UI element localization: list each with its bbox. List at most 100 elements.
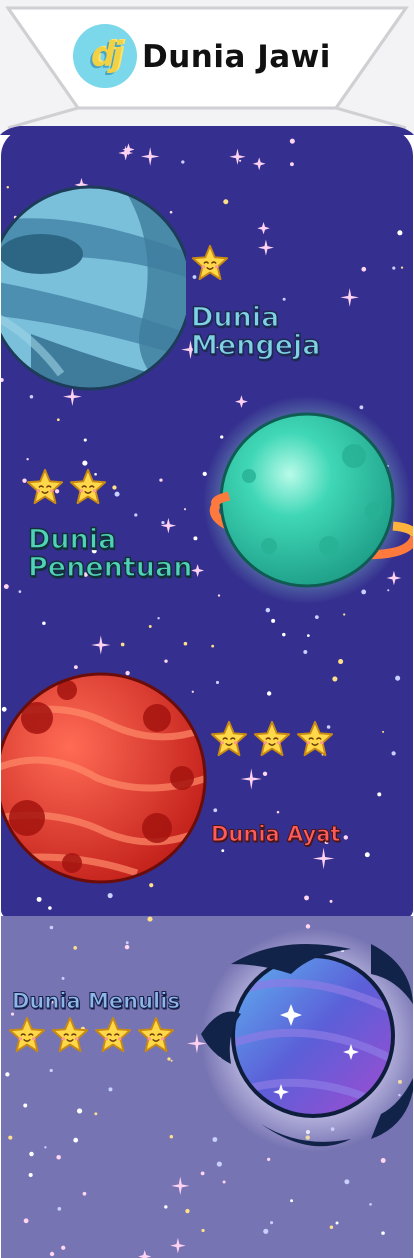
- smiling-star-icon: [94, 1016, 132, 1053]
- star-dot: [83, 438, 87, 442]
- star-dot: [361, 266, 367, 272]
- star-dot: [223, 199, 229, 205]
- smiling-star-icon: [69, 468, 107, 505]
- smiling-star-icon: [137, 1016, 175, 1053]
- star-dot: [185, 1208, 190, 1214]
- star-dot: [159, 478, 163, 482]
- star-dot: [147, 916, 153, 922]
- world-label-line: Mengeja: [190, 330, 321, 362]
- dj-logo-icon: dj: [73, 24, 137, 88]
- planet-dunia-mengeja[interactable]: [1, 184, 186, 394]
- locked-world-area: Dunia Menulis: [1, 916, 413, 1258]
- sparkle-icon: [312, 847, 335, 870]
- logo-text: dj: [91, 35, 123, 75]
- star-dot: [82, 460, 88, 466]
- star-dot: [329, 899, 333, 903]
- star-dot: [391, 751, 396, 756]
- world-label-penentuan[interactable]: Dunia Penentuan: [27, 524, 193, 584]
- sparkle-icon: [252, 157, 266, 171]
- star-dot: [303, 649, 308, 654]
- planet-dunia-menulis[interactable]: [201, 924, 413, 1164]
- star-dot: [400, 266, 404, 269]
- star-dot: [289, 138, 295, 144]
- star-rating: [191, 244, 229, 282]
- star-dot: [169, 1134, 174, 1139]
- star-rating: [210, 720, 334, 758]
- star-dot: [200, 1171, 205, 1176]
- planet-dunia-ayat[interactable]: [1, 668, 209, 886]
- star-dot: [107, 892, 113, 899]
- star-dot: [332, 676, 338, 682]
- sparkle-icon: [118, 145, 134, 161]
- star-dot: [263, 1228, 269, 1234]
- star-rating: [26, 468, 107, 506]
- star-dot: [382, 730, 385, 733]
- star-dot: [221, 849, 225, 853]
- sparkle-icon: [170, 1237, 186, 1254]
- star-dot: [23, 1218, 29, 1224]
- sparkle-icon: [138, 1249, 152, 1258]
- star-dot: [222, 1180, 226, 1184]
- star-dot: [181, 160, 185, 164]
- smiling-star-icon: [210, 720, 248, 757]
- star-dot: [290, 162, 294, 167]
- star-dot: [44, 1146, 47, 1149]
- star-dot: [18, 590, 22, 593]
- star-dot: [82, 1191, 87, 1196]
- star-dot: [28, 1172, 33, 1178]
- sparkle-icon: [171, 1176, 190, 1195]
- star-dot: [270, 1221, 274, 1225]
- world-label-line: Dunia: [190, 302, 280, 333]
- star-dot: [344, 1179, 350, 1185]
- star-dot: [29, 395, 34, 399]
- sparkle-icon: [240, 768, 262, 790]
- star-dot: [49, 1068, 53, 1073]
- star-dot: [148, 625, 152, 628]
- star-dot: [77, 1108, 83, 1114]
- app-title: Dunia Jawi: [142, 39, 331, 75]
- star-dot: [73, 946, 77, 950]
- star-dot: [381, 1231, 385, 1235]
- star-dot: [134, 513, 138, 517]
- world-label-menulis[interactable]: Dunia Menulis: [12, 989, 181, 1012]
- app-header: dj Dunia Jawi: [0, 0, 414, 135]
- planet-dunia-penentuan[interactable]: [179, 396, 413, 606]
- star-dot: [392, 266, 396, 270]
- star-dot: [57, 1207, 62, 1211]
- star-dot: [8, 1135, 13, 1140]
- star-dot: [338, 658, 344, 665]
- star-dot: [377, 792, 382, 797]
- star-dot: [61, 1245, 66, 1250]
- world-label-line: Penentuan: [27, 552, 193, 584]
- star-dot: [108, 1087, 113, 1092]
- star-dot: [157, 617, 160, 620]
- star-dot: [213, 808, 218, 813]
- star-dot: [125, 941, 129, 945]
- sparkle-icon: [140, 147, 160, 166]
- sparkle-icon: [257, 221, 270, 235]
- star-dot: [23, 1103, 28, 1108]
- star-dot: [56, 1154, 61, 1160]
- star-dot: [124, 944, 130, 950]
- star-dot: [49, 1251, 55, 1257]
- world-label-mengeja[interactable]: Dunia Mengeja: [190, 302, 321, 362]
- star-dot: [306, 634, 310, 637]
- sparkle-icon: [340, 288, 359, 307]
- star-dot: [36, 896, 42, 902]
- world-label-line: Dunia: [27, 524, 117, 555]
- star-dot: [266, 691, 272, 696]
- star-dot: [120, 642, 125, 647]
- star-dot: [395, 675, 401, 681]
- star-dot: [201, 1228, 205, 1233]
- world-label-ayat[interactable]: Dunia Ayat: [210, 822, 340, 845]
- star-dot: [282, 297, 286, 301]
- smiling-star-icon: [51, 1016, 89, 1053]
- smiling-star-icon: [8, 1016, 46, 1053]
- star-dot: [343, 835, 348, 840]
- sparkle-icon: [91, 635, 111, 655]
- star-dot: [276, 810, 280, 814]
- star-dot: [271, 618, 276, 623]
- star-dot: [364, 852, 370, 858]
- star-dot: [215, 680, 220, 684]
- star-dot: [211, 644, 215, 648]
